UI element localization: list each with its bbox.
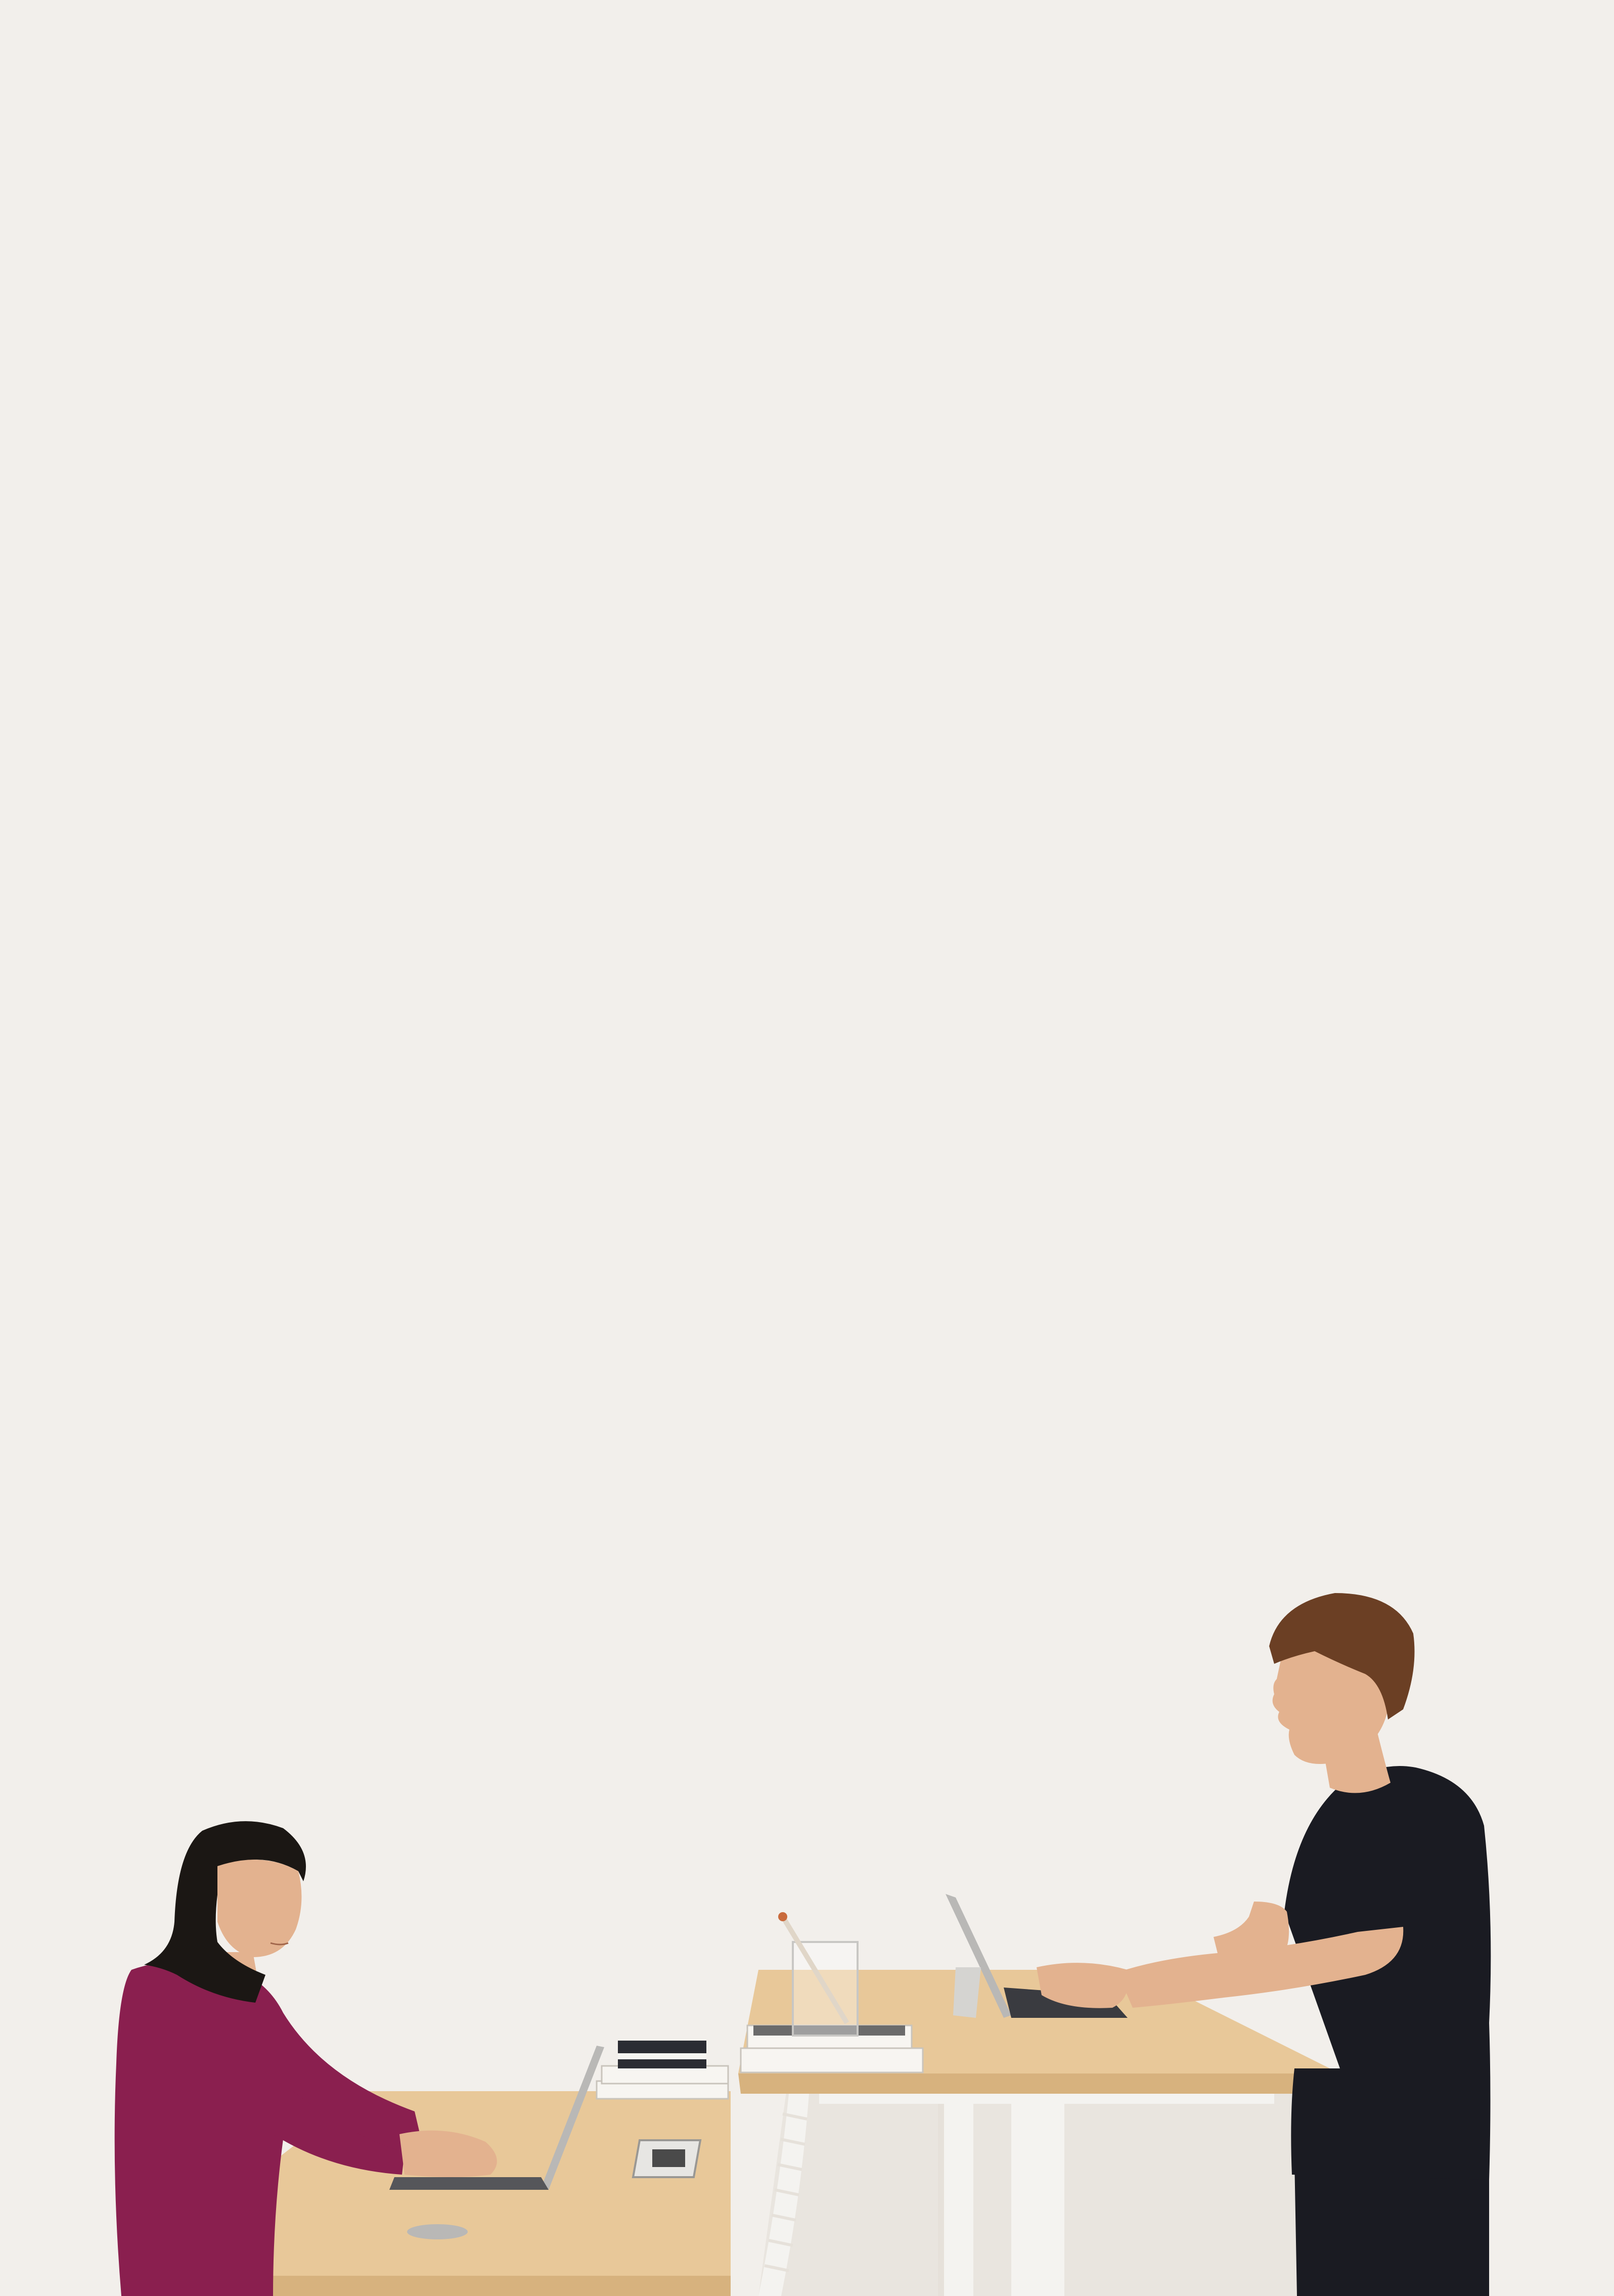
- man-pants: [1294, 2159, 1489, 2296]
- phone-icon: [632, 2139, 702, 2178]
- photo-scene: [0, 0, 1614, 2296]
- desk-grommet: [407, 2224, 468, 2239]
- standing-desk-photo: [0, 0, 1614, 2296]
- desk-leg-right: [1011, 2096, 1064, 2296]
